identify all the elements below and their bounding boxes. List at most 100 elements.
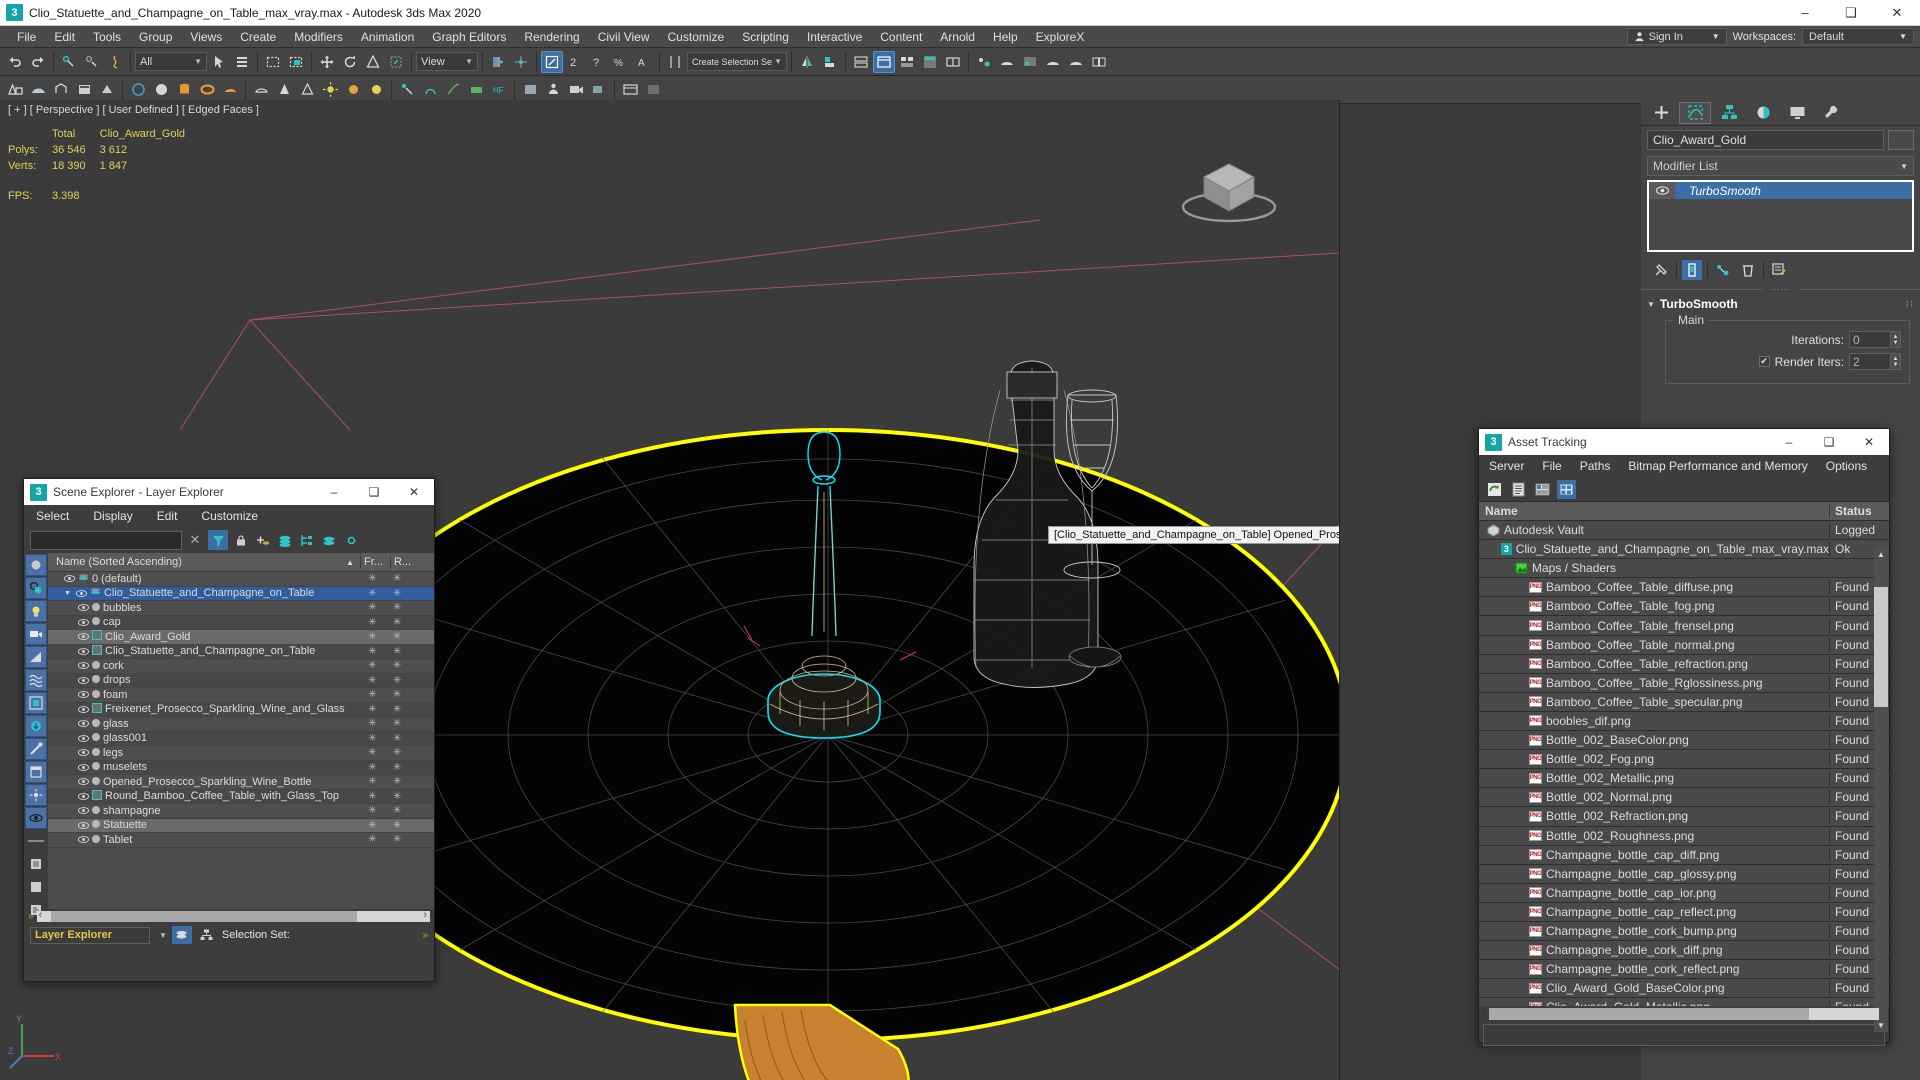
asset-row[interactable]: Autodesk Vault Logged bbox=[1479, 521, 1889, 541]
hair-and-fur-icon[interactable]: HF bbox=[488, 79, 510, 101]
visibility-toggle-icon[interactable] bbox=[78, 603, 89, 612]
render-iters-value[interactable]: 2 bbox=[1849, 353, 1891, 370]
layer-row-name-cell[interactable]: cork bbox=[48, 660, 360, 672]
layer-row-name-cell[interactable]: Clio_Award_Gold bbox=[48, 630, 360, 643]
layer-row[interactable]: Clio_Statuette_and_Champagne_on_Table ✳ ✳ bbox=[48, 644, 434, 659]
assets-browser-icon[interactable] bbox=[619, 79, 641, 101]
freeze-cell[interactable]: ✳ bbox=[360, 747, 385, 758]
layer-row[interactable]: bubbles ✳ ✳ bbox=[48, 601, 434, 616]
layer-row[interactable]: 0 (default) ✳ ✳ bbox=[48, 572, 434, 587]
layer-row-name-cell[interactable]: Round_Bamboo_Coffee_Table_with_Glass_Top bbox=[48, 789, 360, 803]
extra-cell[interactable] bbox=[409, 660, 434, 671]
show-end-result-icon[interactable] bbox=[1682, 260, 1702, 280]
detail-view-icon[interactable] bbox=[1533, 480, 1552, 499]
asset-row[interactable]: PNG Bamboo_Coffee_Table_specular.png Found bbox=[1479, 692, 1889, 712]
asset-tracking-close-button[interactable]: ✕ bbox=[1849, 429, 1889, 455]
select-layer-objects-icon[interactable] bbox=[298, 534, 316, 547]
make-unique-icon[interactable] bbox=[1713, 260, 1733, 280]
layer-row-name-cell[interactable]: legs bbox=[48, 747, 360, 759]
visibility-toggle-icon[interactable] bbox=[78, 705, 89, 714]
torus-primitive-icon[interactable] bbox=[196, 79, 218, 101]
asset-row[interactable]: PNG Clio_Award_Gold_BaseColor.png Found bbox=[1479, 979, 1889, 999]
thumbnail-view-icon[interactable] bbox=[1557, 479, 1576, 499]
extra-cell[interactable] bbox=[409, 631, 434, 642]
render-cell[interactable]: ✳ bbox=[385, 718, 410, 729]
add-selection-to-layer-icon[interactable] bbox=[276, 534, 294, 547]
scene-explorer-list[interactable]: Name (Sorted Ascending) ▲ Fr... R... 0 (… bbox=[48, 553, 434, 909]
render-iters-checkbox[interactable]: ✔ bbox=[1758, 356, 1770, 367]
layer-row-name-cell[interactable]: glass001 bbox=[48, 732, 360, 744]
visibility-toggle-icon[interactable] bbox=[78, 647, 89, 656]
at-menu-options[interactable]: Options bbox=[1826, 459, 1867, 473]
column-name[interactable]: Name (Sorted Ascending) ▲ bbox=[48, 556, 360, 568]
layer-row[interactable]: cap ✳ ✳ bbox=[48, 615, 434, 630]
asset-name-cell[interactable]: PNG Bamboo_Coffee_Table_fog.png bbox=[1479, 599, 1829, 613]
freeze-cell[interactable]: ✳ bbox=[360, 631, 385, 642]
filter-visibility-icon[interactable] bbox=[25, 807, 47, 829]
manage-links-button[interactable] bbox=[896, 51, 918, 73]
asset-row[interactable]: PNG Bamboo_Coffee_Table_diffuse.png Found bbox=[1479, 578, 1889, 598]
freeze-cell[interactable]: ✳ bbox=[360, 704, 385, 715]
asset-row[interactable]: PNG Bottle_002_Normal.png Found bbox=[1479, 788, 1889, 808]
asset-row[interactable]: PNG Champagne_bottle_cap_glossy.png Found bbox=[1479, 864, 1889, 884]
menu-content[interactable]: Content bbox=[871, 28, 931, 46]
create-extended-primitives-icon[interactable] bbox=[27, 79, 49, 101]
asset-name-cell[interactable]: PNG Bottle_002_Metallic.png bbox=[1479, 771, 1829, 785]
scene-explorer-close-button[interactable]: ✕ bbox=[394, 479, 434, 505]
asset-name-cell[interactable]: PNG Champagne_bottle_cap_diff.png bbox=[1479, 848, 1829, 862]
extra-cell[interactable] bbox=[409, 805, 434, 816]
render-cell[interactable]: ✳ bbox=[385, 733, 410, 744]
menu-views[interactable]: Views bbox=[181, 28, 231, 46]
layer-row-name-cell[interactable]: Freixenet_Prosecco_Sparkling_Wine_and_Gl… bbox=[48, 702, 360, 716]
freeze-cell[interactable]: ✳ bbox=[360, 718, 385, 729]
teapot-wire-icon[interactable] bbox=[250, 79, 272, 101]
asset-row[interactable]: 3 Clio_Statuette_and_Champagne_on_Table_m… bbox=[1479, 540, 1889, 560]
menu-file[interactable]: File bbox=[8, 28, 45, 46]
at-menu-file[interactable]: File bbox=[1542, 459, 1561, 473]
menu-help[interactable]: Help bbox=[984, 28, 1027, 46]
asset-name-cell[interactable]: PNG Champagne_bottle_cap_glossy.png bbox=[1479, 867, 1829, 881]
filter-lights-icon[interactable] bbox=[25, 600, 47, 622]
layer-row[interactable]: ▼ Clio_Statuette_and_Champagne_on_Table ✳ ✳ bbox=[48, 586, 434, 601]
rectangular-selection-region-button[interactable] bbox=[262, 51, 284, 73]
layer-row-name-cell[interactable]: Statuette bbox=[48, 819, 360, 831]
layer-row-name-cell[interactable]: Opened_Prosecco_Sparkling_Wine_Bottle bbox=[48, 776, 360, 788]
asset-tracking-hscroll[interactable]: ‹ › bbox=[1479, 1006, 1889, 1021]
asset-row[interactable]: PNG Bamboo_Coffee_Table_frensel.png Found bbox=[1479, 616, 1889, 636]
freeze-cell[interactable]: ✳ bbox=[360, 791, 385, 802]
vscroll-thumb[interactable] bbox=[1874, 587, 1888, 707]
modifier-stack-entry[interactable]: TurboSmooth bbox=[1649, 182, 1912, 199]
asset-name-cell[interactable]: Autodesk Vault bbox=[1479, 523, 1829, 537]
menu-interactive[interactable]: Interactive bbox=[798, 28, 871, 46]
layers-stack-icon[interactable] bbox=[320, 534, 338, 547]
asset-name-cell[interactable]: PNG Bottle_002_BaseColor.png bbox=[1479, 733, 1829, 747]
asset-tracking-window[interactable]: 3 Asset Tracking – ❑ ✕ Server File Paths… bbox=[1478, 428, 1890, 1046]
menu-animation[interactable]: Animation bbox=[352, 28, 423, 46]
teapot-primitive-icon[interactable] bbox=[219, 79, 241, 101]
asset-row[interactable]: PNG Bottle_002_BaseColor.png Found bbox=[1479, 731, 1889, 751]
freeze-cell[interactable]: ✳ bbox=[360, 805, 385, 816]
create-shapes-icon[interactable] bbox=[96, 79, 118, 101]
visibility-toggle-icon[interactable] bbox=[78, 632, 89, 641]
render-cell[interactable]: ✳ bbox=[385, 617, 410, 628]
column-fr[interactable]: Fr... bbox=[360, 556, 390, 568]
asset-row[interactable]: PNG Bamboo_Coffee_Table_refraction.png Fou… bbox=[1479, 654, 1889, 674]
freeze-cell[interactable]: ✳ bbox=[360, 834, 385, 845]
visibility-toggle-icon[interactable] bbox=[78, 792, 89, 801]
named-selection-edit-button[interactable]: A bbox=[633, 51, 655, 73]
render-frame-window-button[interactable] bbox=[942, 51, 964, 73]
freeze-cell[interactable]: ✳ bbox=[360, 573, 385, 584]
freeze-cell[interactable]: ✳ bbox=[360, 733, 385, 744]
layer-row-name-cell[interactable]: ▼ Clio_Statuette_and_Champagne_on_Table bbox=[48, 587, 360, 599]
menu-create[interactable]: Create bbox=[231, 28, 285, 46]
menu-edit[interactable]: Edit bbox=[45, 28, 84, 46]
asset-name-cell[interactable]: PNG Bottle_002_Roughness.png bbox=[1479, 829, 1829, 843]
render-iterative-button[interactable] bbox=[1019, 51, 1041, 73]
scene-explorer-title-bar[interactable]: 3 Scene Explorer - Layer Explorer – ❑ ✕ bbox=[24, 479, 434, 505]
asset-row[interactable]: Maps / Shaders bbox=[1479, 559, 1889, 579]
view-cube[interactable] bbox=[1174, 135, 1284, 230]
se-menu-select[interactable]: Select bbox=[36, 509, 69, 523]
render-cell[interactable]: ✳ bbox=[385, 820, 410, 831]
render-cell[interactable]: ✳ bbox=[385, 791, 410, 802]
object-color-swatch[interactable] bbox=[1888, 130, 1914, 150]
